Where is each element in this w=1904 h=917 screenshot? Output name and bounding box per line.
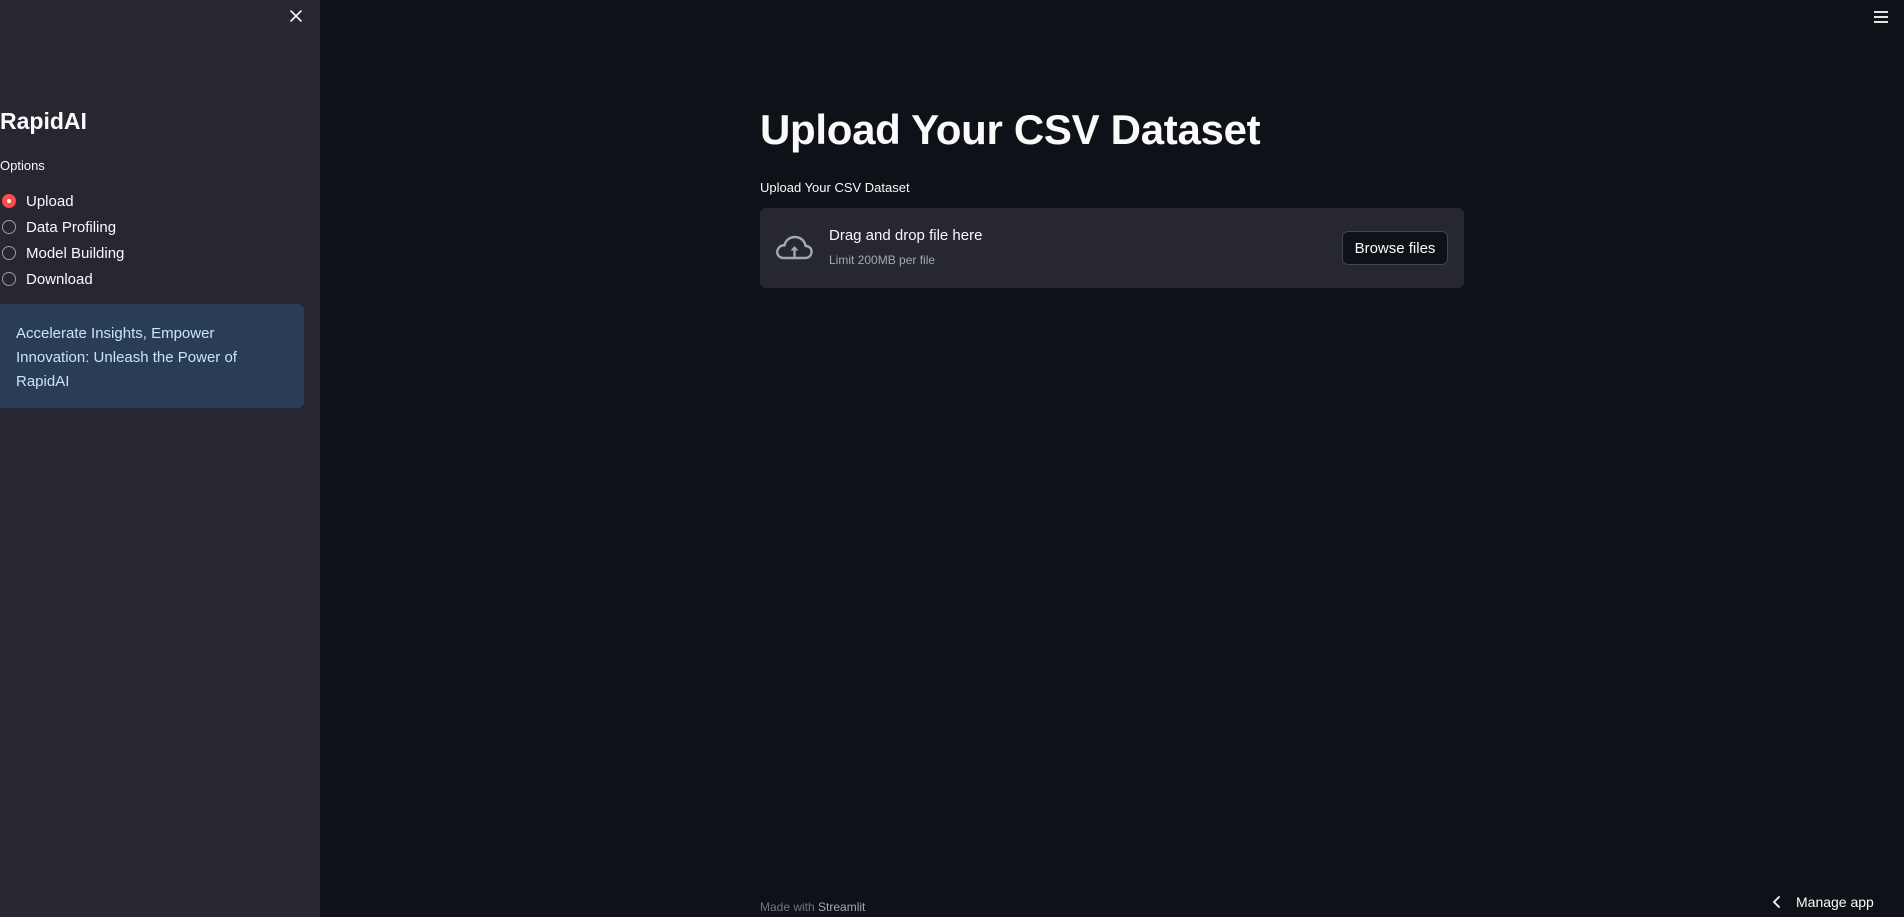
close-icon <box>290 10 302 22</box>
radio-button[interactable] <box>2 246 16 260</box>
radio-option-download[interactable]: Download <box>0 266 124 292</box>
radio-button[interactable] <box>2 272 16 286</box>
radio-label: Download <box>26 270 93 288</box>
footer-made-with: Made with <box>760 900 815 914</box>
close-sidebar-button[interactable] <box>286 6 306 26</box>
radio-label: Upload <box>26 192 74 210</box>
manage-app-label: Manage app <box>1796 894 1874 910</box>
manage-app-button[interactable]: Manage app <box>1770 894 1874 910</box>
app-root: RapidAI Options Upload Data Profiling Mo… <box>0 0 1904 917</box>
options-radio-group: Upload Data Profiling Model Building Dow… <box>0 188 124 292</box>
radio-button[interactable] <box>2 220 16 234</box>
chevron-left-icon <box>1773 896 1780 908</box>
radio-label: Model Building <box>26 244 125 262</box>
file-dropzone[interactable]: Drag and drop file here Limit 200MB per … <box>760 208 1464 288</box>
cloud-upload-icon <box>776 235 813 260</box>
main-menu-button[interactable] <box>1870 6 1892 28</box>
footer: Made with Streamlit <box>760 900 865 914</box>
radio-option-upload[interactable]: Upload <box>0 188 124 214</box>
dropzone-limit: Limit 200MB per file <box>829 253 936 267</box>
info-alert: Accelerate Insights, Empower Innovation:… <box>0 304 304 408</box>
sidebar-title: RapidAI <box>0 108 87 134</box>
dropzone-instructions: Drag and drop file here <box>829 227 983 244</box>
file-uploader-label: Upload Your CSV Dataset <box>760 180 910 195</box>
hamburger-menu-icon <box>1874 11 1888 23</box>
options-label: Options <box>0 158 45 173</box>
radio-button-selected[interactable] <box>2 194 16 208</box>
radio-label: Data Profiling <box>26 218 117 236</box>
footer-streamlit-link[interactable]: Streamlit <box>818 900 865 914</box>
info-alert-text: Accelerate Insights, Empower Innovation:… <box>16 325 237 390</box>
page-title: Upload Your CSV Dataset <box>760 106 1261 153</box>
radio-option-model-building[interactable]: Model Building <box>0 240 124 266</box>
sidebar: RapidAI Options Upload Data Profiling Mo… <box>0 0 320 917</box>
radio-option-data-profiling[interactable]: Data Profiling <box>0 214 124 240</box>
browse-files-button[interactable]: Browse files <box>1342 231 1448 265</box>
